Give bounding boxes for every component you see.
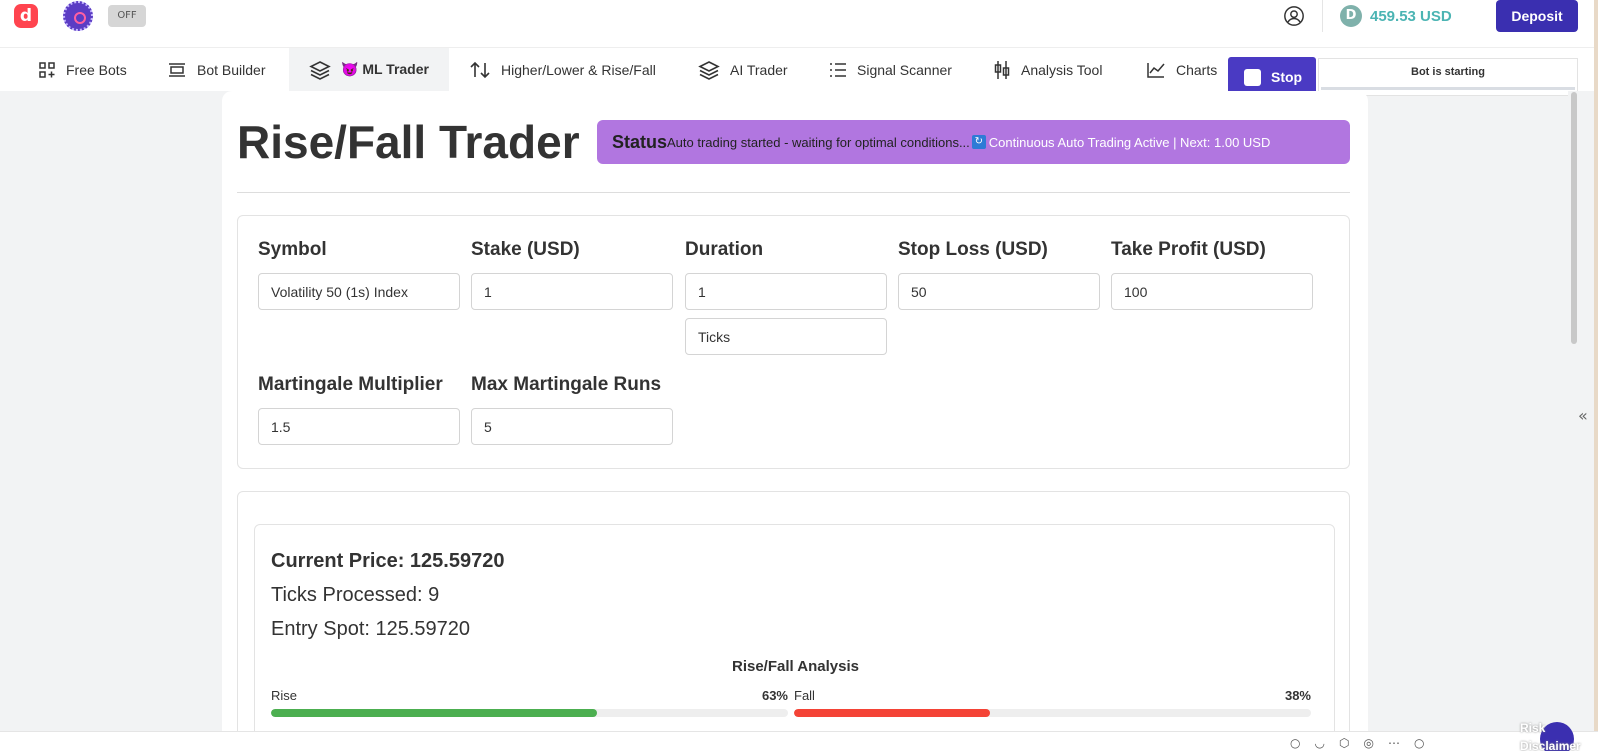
- take-profit-field: Take Profit (USD): [1111, 239, 1313, 310]
- bot-progress-bar: [1321, 87, 1575, 90]
- scrollbar-thumb[interactable]: [1571, 92, 1577, 344]
- martingale-multiplier-field: Martingale Multiplier: [258, 374, 460, 445]
- tab-label: Signal Scanner: [857, 61, 952, 78]
- rise-label: Rise: [271, 688, 298, 703]
- tab-label: AI Trader: [730, 61, 788, 78]
- candlestick-icon: [994, 60, 1010, 79]
- tab-free-bots[interactable]: Free Bots: [38, 48, 127, 91]
- fall-bar-group: Fall 38%: [794, 688, 1311, 717]
- duration-unit-select[interactable]: [685, 318, 887, 355]
- symbol-input[interactable]: [258, 273, 460, 310]
- refresh-icon: ↻: [971, 135, 986, 149]
- chat-icon[interactable]: ◡: [1314, 736, 1324, 750]
- duration-label: Duration: [685, 239, 764, 260]
- stake-label: Stake (USD): [471, 239, 580, 260]
- status-banner: Status Auto trading started - waiting fo…: [597, 120, 1350, 164]
- deriv-logo[interactable]: d: [14, 4, 38, 28]
- max-martingale-runs-label: Max Martingale Runs: [471, 374, 662, 395]
- analysis-card: Current Price: 125.59720 Ticks Processed…: [237, 491, 1350, 731]
- off-toggle[interactable]: OFF: [108, 5, 146, 27]
- grid-plus-icon: [39, 61, 55, 78]
- swap-vertical-icon: [470, 61, 490, 78]
- stop-loss-label: Stop Loss (USD): [898, 239, 1048, 260]
- tab-label: Higher/Lower & Rise/Fall: [501, 61, 656, 78]
- auto-trading-status: Continuous Auto Trading Active | Next: 1…: [988, 134, 1271, 150]
- symbol-field: Symbol: [258, 239, 460, 310]
- symbol-label: Symbol: [258, 239, 327, 260]
- tab-higher-lower-rise-fall[interactable]: Higher/Lower & Rise/Fall: [469, 48, 656, 91]
- entry-spot: Entry Spot: 125.59720: [271, 618, 471, 640]
- ticks-processed: Ticks Processed: 9: [271, 584, 440, 606]
- status-label: Status: [612, 131, 668, 152]
- tab-signal-scanner[interactable]: Signal Scanner: [829, 48, 952, 91]
- stop-icon: [1244, 68, 1261, 86]
- rise-percent: 63%: [761, 688, 788, 703]
- duration-input[interactable]: [685, 273, 887, 310]
- duration-field: Duration: [685, 239, 887, 355]
- fall-bar-track: [794, 709, 1311, 717]
- risk-disclaimer-label: Risk Disclaimer: [1520, 721, 1581, 751]
- rise-bar-fill: [271, 709, 597, 717]
- layers-icon: [698, 60, 720, 80]
- analysis-title: Rise/Fall Analysis: [731, 658, 859, 675]
- tab-charts[interactable]: Charts: [1146, 48, 1217, 91]
- tab-label: 😈 ML Trader: [341, 61, 429, 77]
- header-divider: [1322, 0, 1323, 32]
- builder-icon: [169, 62, 185, 77]
- tab-label: Bot Builder: [197, 61, 266, 78]
- bot-status-text: Bot is starting: [1411, 66, 1485, 78]
- fall-label: Fall: [794, 688, 815, 703]
- stake-field: Stake (USD): [471, 239, 673, 310]
- tab-ai-trader[interactable]: AI Trader: [698, 48, 788, 91]
- footer-icons: ○ ◡ ⬡ ◎ ⋯ ○: [1290, 736, 1424, 750]
- line-chart-icon: [1147, 62, 1165, 78]
- tab-analysis-tool[interactable]: Analysis Tool: [993, 48, 1102, 91]
- fall-bar-fill: [794, 709, 991, 717]
- current-price: Current Price: 125.59720: [271, 550, 505, 572]
- account-balance[interactable]: D 459.53 USD: [1340, 4, 1452, 28]
- info-icon[interactable]: ○: [1414, 736, 1424, 750]
- settings-icon[interactable]: ◎: [1363, 736, 1373, 750]
- balance-amount: 459.53 USD: [1370, 7, 1452, 25]
- rise-bar-track: [271, 709, 788, 717]
- stop-loss-field: Stop Loss (USD): [898, 239, 1100, 310]
- tab-bot-builder[interactable]: Bot Builder: [167, 48, 265, 91]
- help-icon[interactable]: ○: [1290, 736, 1300, 750]
- max-martingale-runs-field: Max Martingale Runs: [471, 374, 673, 445]
- target-icon[interactable]: [63, 1, 93, 31]
- tab-label: Charts: [1176, 61, 1218, 78]
- stop-label: Stop: [1271, 69, 1303, 85]
- fall-percent: 38%: [1284, 688, 1311, 703]
- martingale-multiplier-label: Martingale Multiplier: [258, 374, 443, 395]
- footer: ○ ◡ ⬡ ◎ ⋯ ○: [0, 731, 1598, 751]
- settings-card: Symbol Stake (USD) Duration Stop Loss (U…: [237, 215, 1350, 469]
- take-profit-input[interactable]: [1111, 273, 1313, 310]
- collapse-panel-icon[interactable]: «: [1578, 406, 1588, 425]
- stake-input[interactable]: [471, 273, 673, 310]
- shield-icon[interactable]: ⬡: [1339, 736, 1349, 750]
- rise-bar-group: Rise 63%: [271, 688, 788, 717]
- tab-label: Analysis Tool: [1021, 61, 1103, 78]
- deposit-button[interactable]: Deposit: [1496, 0, 1578, 32]
- martingale-multiplier-input[interactable]: [258, 408, 460, 445]
- take-profit-label: Take Profit (USD): [1111, 239, 1266, 260]
- globe-icon[interactable]: ⋯: [1388, 736, 1400, 750]
- status-message: Auto trading started - waiting for optim…: [667, 134, 970, 150]
- list-icon: [830, 62, 846, 77]
- layers-icon: [309, 60, 331, 80]
- top-header: d OFF D 459.53 USD Deposit: [0, 0, 1598, 48]
- user-account-icon[interactable]: [1283, 5, 1305, 27]
- max-martingale-runs-input[interactable]: [471, 408, 673, 445]
- tab-label: Free Bots: [66, 61, 127, 78]
- tab-ml-trader[interactable]: 😈 ML Trader: [289, 48, 449, 91]
- window-edge: [1594, 0, 1598, 751]
- currency-icon: D: [1340, 5, 1362, 27]
- stop-loss-input[interactable]: [898, 273, 1100, 310]
- title-divider: [237, 192, 1350, 193]
- main-panel: Rise/Fall Trader Status Auto trading sta…: [222, 91, 1368, 731]
- market-info-card: Current Price: 125.59720 Ticks Processed…: [254, 524, 1335, 731]
- page-title: Rise/Fall Trader: [237, 116, 580, 168]
